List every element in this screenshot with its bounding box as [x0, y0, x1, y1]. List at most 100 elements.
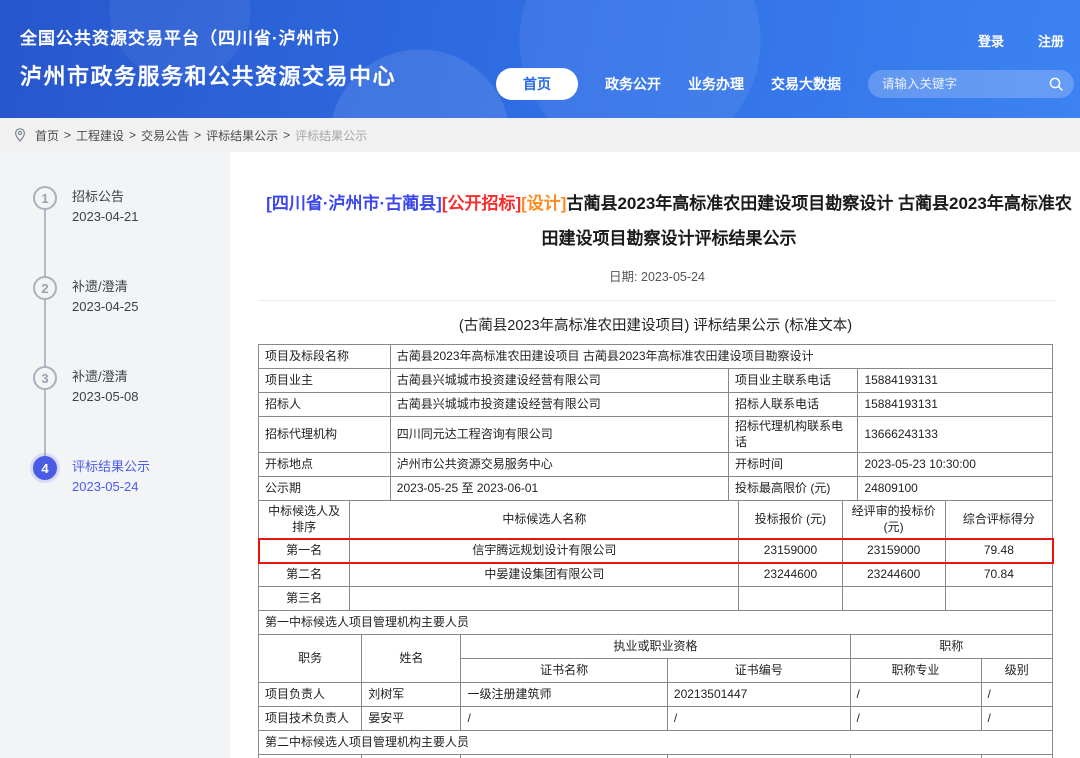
tenderer-phone-label: 招标人联系电话: [729, 393, 858, 417]
title-method-tag: [公开招标]: [442, 194, 521, 213]
col-eval-price-header: 经评审的投标价 (元): [842, 501, 945, 539]
table-row: 开标地点 泸州市公共资源交易服务中心 开标时间 2023-05-23 10:30…: [259, 453, 1053, 477]
site-brand: 全国公共资源交易平台（四川省·泸州市） 泸州市政务服务和公共资源交易中心: [20, 24, 396, 91]
table-row: 项目及标段名称 古蔺县2023年高标准农田建设项目 古蔺县2023年高标准农田建…: [259, 345, 1053, 369]
search-box[interactable]: [868, 70, 1074, 98]
step-text: 补遗/澄清 2023-04-25: [72, 276, 139, 317]
breadcrumb-eval-results[interactable]: 评标结果公示: [206, 127, 278, 144]
step-label: 补遗/澄清: [72, 367, 139, 387]
breadcrumb-announcements[interactable]: 交易公告: [141, 127, 189, 144]
section-title-row-first-candidate: 第一中标候选人项目管理机构主要人员: [259, 611, 1053, 635]
location-pin-icon: [14, 128, 26, 142]
open-place-value: 泸州市公共资源交易服务中心: [390, 453, 728, 477]
col-cert-no-header: 证书编号: [667, 659, 850, 683]
timeline-step-eval-result[interactable]: 4 评标结果公示 2023-05-24: [33, 456, 150, 497]
tenderer-value: 古蔺县兴城城市投资建设经营有限公司: [390, 393, 728, 417]
site-header: 全国公共资源交易平台（四川省·泸州市） 泸州市政务服务和公共资源交易中心 登录 …: [0, 0, 1080, 118]
person-duty: 项目负责人: [259, 683, 362, 707]
candidate-eval-price: [842, 587, 945, 611]
step-number-badge: 4: [33, 456, 57, 480]
login-link[interactable]: 登录: [978, 31, 1004, 50]
auth-links: 登录 注册: [978, 31, 1064, 50]
step-number-badge: 3: [33, 366, 57, 390]
person-cert-no: /: [667, 707, 850, 731]
breadcrumb: 首页> 工程建设> 交易公告> 评标结果公示> 评标结果公示: [0, 118, 1080, 152]
candidate-rank: 第三名: [259, 587, 350, 611]
search-input[interactable]: [882, 77, 1048, 91]
max-price-value: 24809100: [858, 477, 1053, 501]
candidate-row-third: 第三名: [259, 587, 1053, 611]
breadcrumb-separator: >: [283, 128, 290, 142]
max-price-label: 投标最高限价 (元): [729, 477, 858, 501]
candidates-header-row: 中标候选人及排序 中标候选人名称 投标报价 (元) 经评审的投标价 (元) 综合…: [259, 501, 1053, 539]
breadcrumb-separator: >: [64, 128, 71, 142]
step-number-badge: 1: [33, 186, 57, 210]
nav-item-home[interactable]: 首页: [496, 68, 578, 100]
breadcrumb-separator: >: [129, 128, 136, 142]
personnel-header-row-1: 职务 姓名 执业或职业资格 职称: [259, 635, 1053, 659]
candidate-bid: 23159000: [739, 539, 842, 563]
person-name: 刘树军: [362, 683, 461, 707]
step-date: 2023-05-24: [72, 477, 150, 497]
search-icon[interactable]: [1048, 76, 1064, 92]
step-label: 评标结果公示: [72, 457, 150, 477]
process-timeline: 1 招标公告 2023-04-21 2 补遗/澄清 2023-04-25 3 补…: [0, 152, 230, 758]
candidate-score: 70.84: [945, 563, 1052, 587]
candidate-eval-price: 23244600: [842, 563, 945, 587]
section-title: 第一中标候选人项目管理机构主要人员: [259, 611, 1053, 635]
breadcrumb-engineering[interactable]: 工程建设: [76, 127, 124, 144]
nav-item-gov-disclosure[interactable]: 政务公开: [605, 74, 661, 94]
step-date: 2023-04-21: [72, 207, 139, 227]
breadcrumb-current: 评标结果公示: [295, 127, 367, 144]
person-title-level: /: [981, 707, 1052, 731]
project-name-value: 古蔺县2023年高标准农田建设项目 古蔺县2023年高标准农田建设项目勘察设计: [390, 345, 1052, 369]
title-main-text: 古蔺县2023年高标准农田建设项目勘察设计 古蔺县2023年高标准农田建设项目勘…: [542, 194, 1072, 248]
col-title-group-header: 职称: [850, 635, 1052, 659]
col-score-header: 综合评标得分: [945, 501, 1052, 539]
page-title: [四川省·泸州市·古蔺县][公开招标][设计]古蔺县2023年高标准农田建设项目…: [262, 186, 1076, 256]
candidate-name: 中晏建设集团有限公司: [350, 563, 739, 587]
candidate-bid: 23244600: [739, 563, 842, 587]
col-bid-header: 投标报价 (元): [739, 501, 842, 539]
timeline-connector: [44, 199, 46, 469]
candidate-score: [945, 587, 1052, 611]
platform-title: 全国公共资源交易平台（四川省·泸州市）: [20, 24, 396, 49]
step-text: 评标结果公示 2023-05-24: [72, 456, 150, 497]
candidate-name: 信宇腾远规划设计有限公司: [350, 539, 739, 563]
announcement-main: [四川省·泸州市·古蔺县][公开招标][设计]古蔺县2023年高标准农田建设项目…: [230, 152, 1080, 758]
agency-phone-label: 招标代理机构联系电话: [729, 417, 858, 453]
agency-value: 四川同元达工程咨询有限公司: [390, 417, 728, 453]
nav-item-business[interactable]: 业务办理: [688, 74, 744, 94]
timeline-step-tender-notice[interactable]: 1 招标公告 2023-04-21: [33, 186, 139, 227]
breadcrumb-home[interactable]: 首页: [35, 127, 59, 144]
nav-item-trade-data[interactable]: 交易大数据: [771, 74, 841, 94]
timeline-step-supplement-1[interactable]: 2 补遗/澄清 2023-04-25: [33, 276, 139, 317]
person-name: 晏安平: [362, 707, 461, 731]
person-cert-name: /: [461, 707, 667, 731]
owner-value: 古蔺县兴城城市投资建设经营有限公司: [390, 369, 728, 393]
col-cert-name-header: 证书名称: [461, 659, 667, 683]
section-title-row-second-candidate: 第二中标候选人项目管理机构主要人员: [259, 731, 1053, 755]
table-caption: (古蔺县2023年高标准农田建设项目) 评标结果公示 (标准文本): [258, 314, 1053, 335]
publish-date: 日期: 2023-05-24: [258, 266, 1056, 301]
col-qualification-group-header: 执业或职业资格: [461, 635, 850, 659]
step-label: 补遗/澄清: [72, 277, 139, 297]
register-link[interactable]: 注册: [1038, 31, 1064, 50]
step-label: 招标公告: [72, 187, 139, 207]
candidate-score: 79.48: [945, 539, 1052, 563]
candidate-eval-price: 23159000: [842, 539, 945, 563]
person-title-major: /: [850, 683, 981, 707]
open-place-label: 开标地点: [259, 453, 391, 477]
candidate-rank: 第二名: [259, 563, 350, 587]
project-info-table: 项目及标段名称 古蔺县2023年高标准农田建设项目 古蔺县2023年高标准农田建…: [258, 344, 1053, 501]
step-date: 2023-04-25: [72, 297, 139, 317]
person-cert-name: 一级注册建筑师: [461, 683, 667, 707]
main-nav: 首页 政务公开 业务办理 交易大数据: [496, 68, 1074, 100]
page-content: 1 招标公告 2023-04-21 2 补遗/澄清 2023-04-25 3 补…: [0, 152, 1080, 758]
agency-phone-value: 13666243133: [858, 417, 1053, 453]
col-rank-header: 中标候选人及排序: [259, 501, 350, 539]
person-cert-no: 20213501447: [667, 683, 850, 707]
open-time-value: 2023-05-23 10:30:00: [858, 453, 1053, 477]
timeline-step-supplement-2[interactable]: 3 补遗/澄清 2023-05-08: [33, 366, 139, 407]
col-title-level-header: 级别: [981, 659, 1052, 683]
